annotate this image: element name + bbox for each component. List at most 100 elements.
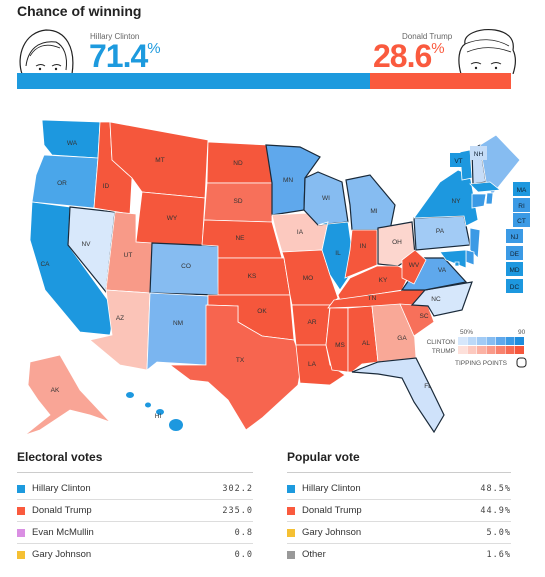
state-hi[interactable] xyxy=(169,419,183,431)
legend-trump-swatch xyxy=(505,346,515,354)
vote-value: 235.0 xyxy=(222,505,253,516)
state-label: WA xyxy=(67,140,78,147)
clinton-chance-value: 71.4 xyxy=(89,38,148,74)
state-label: RI xyxy=(518,203,525,210)
color-swatch xyxy=(17,550,25,559)
color-swatch xyxy=(287,484,295,493)
state-label: AL xyxy=(362,340,370,347)
state-label: VA xyxy=(438,267,447,274)
table-row: Donald Trump 44.9% xyxy=(287,500,511,522)
table-row: Gary Johnson 0.0 xyxy=(17,544,253,565)
state-label: UT xyxy=(124,252,133,259)
state-wa[interactable] xyxy=(41,119,101,159)
color-swatch xyxy=(287,550,295,559)
candidate-name: Evan McMullin xyxy=(32,527,94,538)
state-hi[interactable] xyxy=(145,402,151,408)
state-nm[interactable] xyxy=(146,292,209,371)
popular-vote-table: Popular vote Hillary Clinton 48.5% Donald … xyxy=(287,450,511,565)
us-state-map: WA OR CA NV ID MT WY UT AZ CO NM ND SD NE KS OK TX MN IA MO… xyxy=(24,119,530,436)
state-label: ID xyxy=(103,183,110,190)
state-label: MN xyxy=(283,177,293,184)
state-ct[interactable] xyxy=(471,193,487,209)
state-hi[interactable] xyxy=(126,392,134,398)
color-swatch xyxy=(17,484,25,493)
legend-tipping-label: TIPPING POINTS xyxy=(455,360,508,367)
table-row: Hillary Clinton 302.2 xyxy=(17,478,253,500)
state-mi[interactable] xyxy=(345,174,396,231)
candidate-name: Donald Trump xyxy=(32,505,92,516)
state-label: MD xyxy=(509,267,519,274)
state-de[interactable] xyxy=(465,249,475,266)
vote-value: 0.0 xyxy=(234,549,253,560)
clinton-bar-segment xyxy=(17,73,370,89)
candidate-name: Gary Johnson xyxy=(32,549,92,560)
state-label: NH xyxy=(474,151,484,158)
candidate-name: Hillary Clinton xyxy=(302,483,361,494)
state-ak[interactable] xyxy=(24,354,111,436)
percent-sign: % xyxy=(431,40,444,57)
clinton-portrait xyxy=(19,29,74,74)
state-label: IL xyxy=(335,250,341,257)
electoral-votes-title: Electoral votes xyxy=(17,450,253,473)
state-label: KS xyxy=(248,273,257,280)
vote-value: 1.6% xyxy=(486,549,511,560)
state-label: PA xyxy=(436,228,445,235)
color-swatch xyxy=(17,528,25,537)
legend-clinton-swatch xyxy=(486,337,496,345)
table-row: Donald Trump 235.0 xyxy=(17,500,253,522)
legend-trump-swatch xyxy=(477,346,486,354)
table-row: Other 1.6% xyxy=(287,544,511,565)
trump-portrait xyxy=(458,29,516,74)
vote-value: 0.8 xyxy=(234,527,253,538)
legend-trump-swatch xyxy=(486,346,496,354)
color-swatch xyxy=(17,506,25,515)
vote-value: 44.9% xyxy=(480,505,511,516)
state-fl[interactable] xyxy=(351,357,445,434)
state-label: AZ xyxy=(116,315,124,322)
state-label: DE xyxy=(510,251,520,258)
table-row: Hillary Clinton 48.5% xyxy=(287,478,511,500)
legend-trump-swatch xyxy=(467,346,477,354)
candidate-name: Hillary Clinton xyxy=(32,483,91,494)
tipping-point-icon xyxy=(516,357,527,368)
state-label: AK xyxy=(51,387,60,394)
electoral-votes-table: Electoral votes Hillary Clinton 302.2 Dona… xyxy=(17,450,253,565)
state-label: NC xyxy=(431,296,441,303)
state-label: TN xyxy=(368,295,377,302)
state-label: WY xyxy=(167,215,178,222)
state-label: AR xyxy=(307,319,316,326)
color-swatch xyxy=(287,506,295,515)
state-label: ND xyxy=(233,160,243,167)
state-label: NJ xyxy=(511,234,519,241)
state-label: OH xyxy=(392,239,402,246)
legend-clinton-swatch xyxy=(515,337,524,345)
candidate-name: Donald Trump xyxy=(302,505,362,516)
state-label: CA xyxy=(40,261,50,268)
state-dc[interactable] xyxy=(454,261,460,267)
state-label: WV xyxy=(409,262,420,269)
legend-clinton-swatch xyxy=(496,337,505,345)
state-label: TX xyxy=(236,357,245,364)
trump-chance: 28.6% xyxy=(373,38,445,75)
state-label: HI xyxy=(155,413,162,420)
state-label: CO xyxy=(181,263,191,270)
state-label: NE xyxy=(235,235,245,242)
legend-clinton-swatch xyxy=(467,337,477,345)
state-label: SD xyxy=(233,198,242,205)
table-row: Gary Johnson 5.0% xyxy=(287,522,511,544)
legend-clinton-swatch xyxy=(477,337,486,345)
state-ri[interactable] xyxy=(485,192,494,205)
state-label: OR xyxy=(57,180,67,187)
candidate-name: Other xyxy=(302,549,326,560)
legend-clinton-swatch xyxy=(505,337,515,345)
chance-bar xyxy=(17,73,511,89)
section-title: Chance of winning xyxy=(17,3,142,19)
color-swatch xyxy=(287,528,295,537)
candidate-name: Gary Johnson xyxy=(302,527,362,538)
state-label: MT xyxy=(155,157,164,164)
legend-high-label: 90 xyxy=(518,329,526,336)
legend-trump-swatch xyxy=(458,346,467,354)
percent-sign: % xyxy=(147,40,160,57)
state-label: CT xyxy=(517,218,526,225)
legend-low-label: 50% xyxy=(460,329,473,336)
